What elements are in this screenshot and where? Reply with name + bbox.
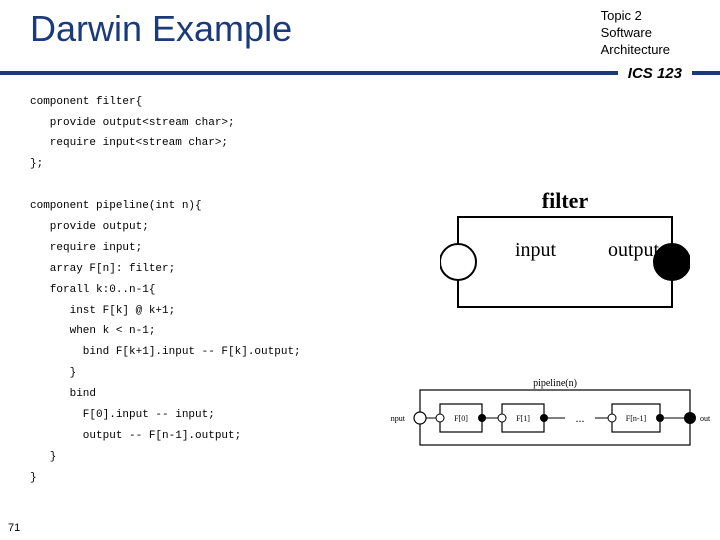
output-port-icon [654, 244, 690, 280]
input-port-icon [440, 244, 476, 280]
pipeline-output-port [684, 412, 696, 424]
input-label: input [515, 239, 557, 261]
topic-label: Topic 2 Software Architecture [601, 8, 700, 59]
slide-title: Darwin Example [30, 8, 292, 50]
box-fn1: F[n-1] [626, 414, 647, 423]
pipeline-title: pipeline(n) [533, 378, 577, 389]
course-label: ICS 123 [618, 65, 692, 82]
topic-line1: Topic 2 [601, 8, 642, 23]
filter-title: filter [542, 188, 589, 213]
slide-number: 71 [8, 522, 20, 534]
output-label: output [608, 239, 660, 261]
pipeline-input-label: input [390, 414, 406, 423]
filter-diagram: filter input output [440, 182, 690, 322]
topic-line3: Architecture [601, 42, 670, 57]
pipeline-diagram: pipeline(n) input F[0] F[1] ... F[n-1] o… [390, 372, 710, 462]
ellipsis: ... [576, 411, 585, 425]
pipeline-output-label: output [700, 414, 710, 423]
box-f0: F[0] [454, 414, 468, 423]
topic-line2: Software [601, 25, 652, 40]
header-rule: ICS 123 [0, 65, 720, 82]
box-f1: F[1] [516, 414, 530, 423]
pipeline-input-port [414, 412, 426, 424]
